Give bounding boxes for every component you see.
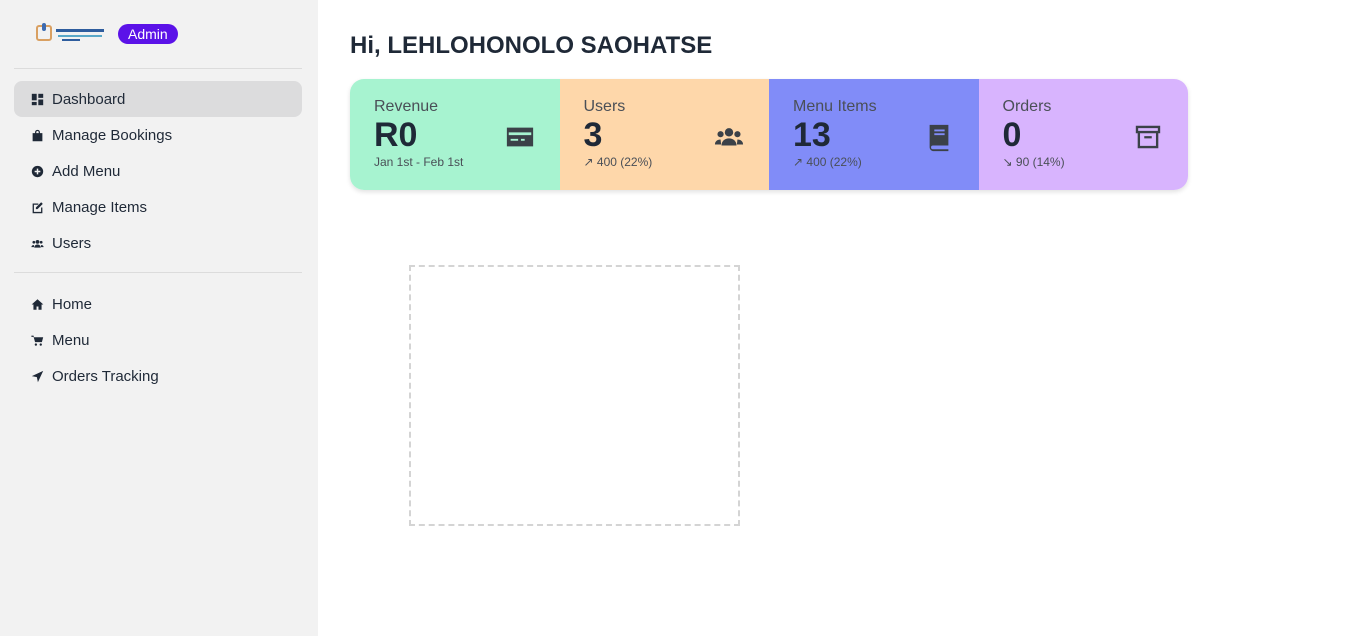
credit-card-icon (504, 121, 536, 153)
sidebar-item-manage-bookings[interactable]: Manage Bookings (14, 117, 302, 153)
sidebar-item-label: Home (52, 295, 93, 313)
plus-circle-icon (30, 164, 44, 178)
cart-icon (30, 333, 44, 347)
archive-icon (1132, 121, 1164, 153)
sidebar-item-users[interactable]: Users (14, 225, 302, 261)
sidebar-item-dashboard[interactable]: Dashboard (14, 81, 302, 117)
users-icon (713, 121, 745, 153)
stat-menu-items: Menu Items 13 ↗︎ 400 (22%) (769, 79, 979, 190)
stat-title: Orders (1002, 98, 1052, 115)
dashboard-icon (30, 92, 44, 106)
sidebar-item-label: Manage Bookings (52, 126, 173, 144)
admin-badge: Admin (118, 24, 178, 44)
sidebar: Admin Dashboard Manage Bookings Add Menu (0, 0, 318, 636)
sidebar-nav-admin: Dashboard Manage Bookings Add Menu Manag… (14, 69, 302, 272)
stat-revenue: Revenue R0 Jan 1st - Feb 1st (350, 79, 560, 190)
page-title: Hi, LEHLOHONOLO SAOHATSE (350, 32, 713, 59)
sidebar-item-label: Users (52, 234, 92, 252)
stat-title: Menu Items (793, 98, 877, 115)
stats-panel: Revenue R0 Jan 1st - Feb 1st Users 3 ↗︎ … (350, 79, 1188, 190)
sidebar-nav-site: Home Menu Orders Tracking (14, 273, 302, 407)
users-icon (30, 236, 44, 250)
sidebar-item-add-menu[interactable]: Add Menu (14, 153, 302, 189)
sidebar-item-label: Menu (52, 331, 90, 349)
stat-orders: Orders 0 ↘︎ 90 (14%) (978, 79, 1188, 190)
sidebar-item-home[interactable]: Home (14, 286, 302, 322)
stat-description: Jan 1st - Feb 1st (374, 155, 464, 169)
home-icon (30, 297, 44, 311)
book-icon (923, 121, 955, 153)
sidebar-item-menu[interactable]: Menu (14, 322, 302, 358)
edit-icon (30, 200, 44, 214)
stat-description: ↗︎ 400 (22%) (793, 155, 862, 169)
main-content: Hi, LEHLOHONOLO SAOHATSE Revenue R0 Jan … (318, 0, 1363, 636)
location-arrow-icon (30, 369, 44, 383)
sidebar-brand: Admin (14, 0, 302, 68)
chart-placeholder (409, 265, 740, 526)
stat-users: Users 3 ↗︎ 400 (22%) (559, 79, 769, 190)
sidebar-item-label: Add Menu (52, 162, 121, 180)
shopping-bag-icon (30, 128, 44, 142)
stat-description: ↘︎ 90 (14%) (1002, 155, 1065, 169)
sidebar-item-manage-items[interactable]: Manage Items (14, 189, 302, 225)
stat-description: ↗︎ 400 (22%) (583, 155, 653, 169)
stat-title: Users (583, 98, 626, 115)
app-logo[interactable] (36, 23, 106, 45)
sidebar-item-label: Manage Items (52, 198, 148, 216)
stat-title: Revenue (374, 98, 439, 115)
sidebar-item-label: Dashboard (52, 90, 126, 108)
sidebar-item-label: Orders Tracking (52, 367, 159, 385)
sidebar-item-orders-tracking[interactable]: Orders Tracking (14, 358, 302, 394)
